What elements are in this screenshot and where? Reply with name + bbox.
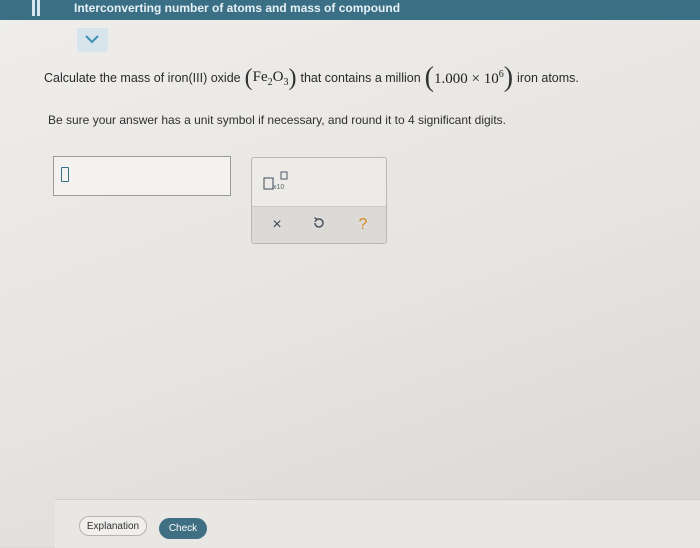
formula-fe: Fe [252,68,268,85]
answer-input[interactable] [53,156,231,196]
count-times: × [471,70,480,87]
compound-formula: ( Fe2O3 ) [244,65,297,91]
page: Interconverting number of atoms and mass… [0,0,700,548]
question-part-1: Calculate the mass of iron(III) oxide [44,71,241,85]
text-cursor-icon [61,167,69,182]
undo-icon [314,216,324,228]
top-bar: Interconverting number of atoms and mass… [0,0,700,20]
count-mantissa: 1.000 [434,70,468,87]
explanation-button[interactable]: Explanation [79,516,147,536]
clear-button[interactable]: × [265,213,289,237]
question-text: Calculate the mass of iron(III) oxide ( … [44,64,579,92]
check-button[interactable]: Check [159,518,207,539]
collapse-toggle[interactable] [77,28,108,52]
formula-o: O [272,68,284,85]
menu-icon[interactable] [32,0,42,18]
undo-button[interactable] [307,213,331,237]
tool-row: × ? [252,206,386,243]
footer-bar: Explanation Check [55,499,700,548]
svg-text:x10: x10 [273,184,284,191]
scientific-notation-button[interactable]: x10 [262,170,290,192]
topic-title: Interconverting number of atoms and mass… [74,1,401,15]
x10-icon: x10 [263,171,288,191]
answer-tools-panel: x10 × ? [251,157,387,244]
question-part-3: iron atoms. [517,71,579,85]
question-part-2: that contains a million [300,71,421,85]
count-base: 10 [483,70,499,87]
help-button[interactable]: ? [351,213,375,237]
instruction-text: Be sure your answer has a unit symbol if… [48,113,507,127]
chevron-down-icon [85,35,99,44]
atom-count: ( 1.000 × 106 ) [424,62,514,93]
